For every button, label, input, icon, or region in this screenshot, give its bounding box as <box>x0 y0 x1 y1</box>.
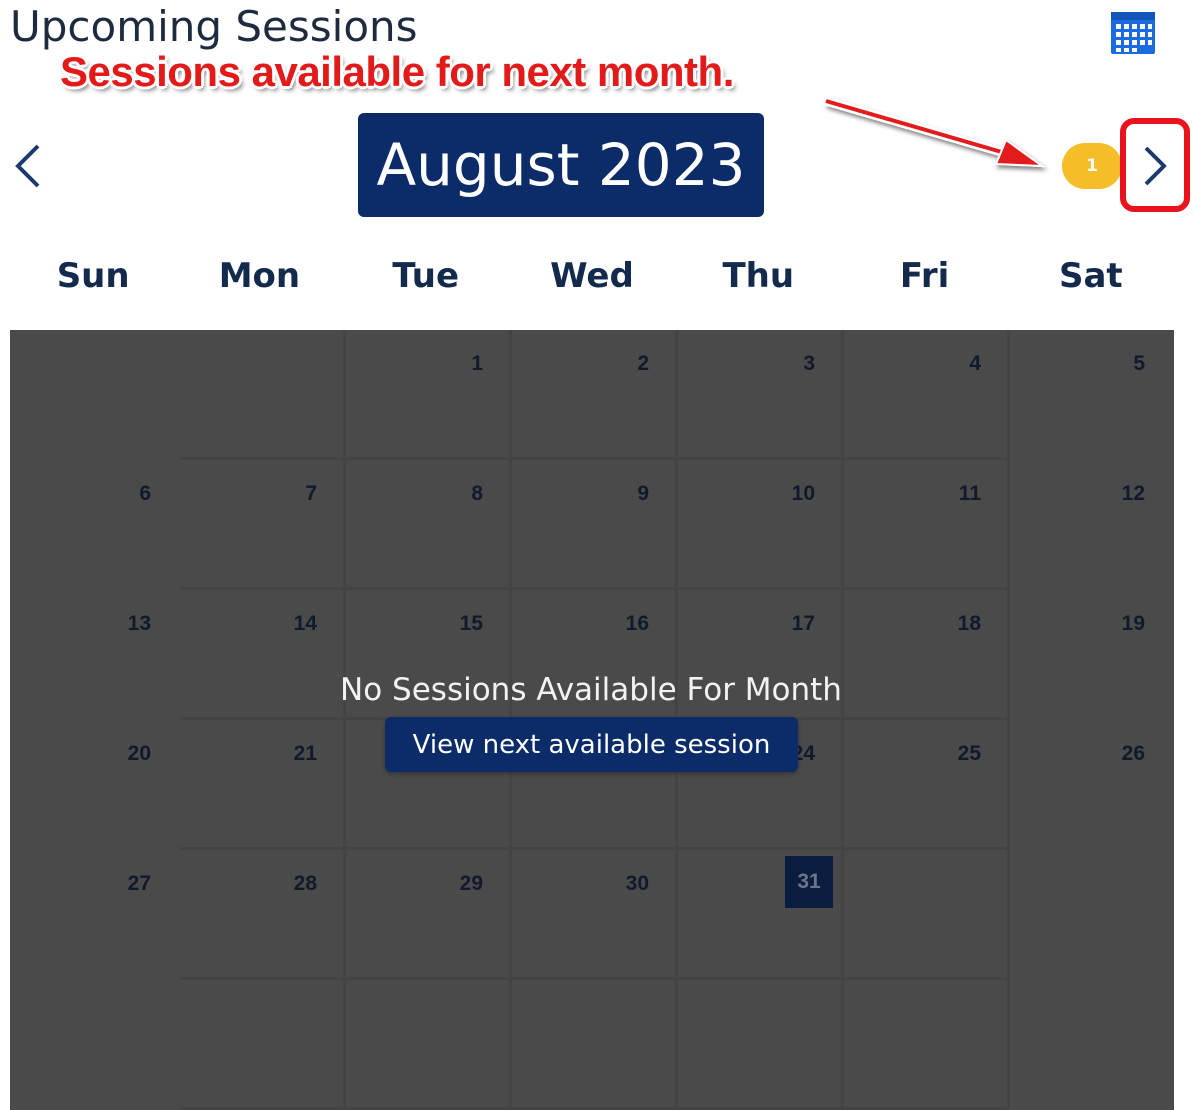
calendar-day-cell[interactable]: 4 <box>844 330 1010 460</box>
weekday-fri: Fri <box>899 256 950 296</box>
view-next-session-button[interactable]: View next available session <box>385 717 798 772</box>
calendar-day-cell[interactable] <box>180 330 346 460</box>
calendar-day-number: 26 <box>1121 742 1145 765</box>
calendar-day-cell[interactable]: 9 <box>512 460 678 590</box>
calendar-day-cell[interactable]: 25 <box>844 720 1010 850</box>
calendar-day-cell[interactable]: 30 <box>512 850 678 980</box>
current-month-label: August 2023 <box>358 113 764 217</box>
calendar-day-number: 1 <box>471 352 483 375</box>
calendar-day-number: 20 <box>127 742 151 765</box>
calendar-day-number: 25 <box>957 742 981 765</box>
calendar-day-cell[interactable]: 2 <box>512 330 678 460</box>
calendar-day-cell[interactable]: 12 <box>1010 460 1174 590</box>
calendar-day-cell[interactable] <box>10 330 180 460</box>
calendar-day-cell[interactable] <box>346 980 512 1110</box>
calendar-day-cell[interactable]: 1 <box>346 330 512 460</box>
calendar-day-number: 4 <box>969 352 981 375</box>
calendar-day-cell[interactable]: 27 <box>10 850 180 980</box>
calendar-day-cell[interactable]: 11 <box>844 460 1010 590</box>
calendar-day-number: 5 <box>1133 352 1145 375</box>
prev-month-button[interactable] <box>10 140 50 192</box>
calendar-day-cell[interactable]: 29 <box>346 850 512 980</box>
calendar-day-cell[interactable]: 20 <box>10 720 180 850</box>
next-month-session-badge: 1 <box>1062 143 1122 189</box>
calendar-day-number: 8 <box>471 482 483 505</box>
page-title: Upcoming Sessions <box>10 2 418 51</box>
weekday-header: Sun Mon Tue Wed Thu Fri Sat <box>10 250 1174 302</box>
calendar-day-cell[interactable] <box>10 980 180 1110</box>
calendar-day-cell[interactable] <box>180 980 346 1110</box>
calendar-today-number: 31 <box>785 856 833 908</box>
next-month-button[interactable] <box>1120 118 1190 212</box>
calendar-day-cell[interactable]: 21 <box>180 720 346 850</box>
calendar-day-number: 15 <box>459 612 483 635</box>
calendar-day-cell[interactable]: 31 <box>678 850 844 980</box>
weekday-wed: Wed <box>550 256 634 296</box>
calendar-day-cell[interactable] <box>678 980 844 1110</box>
weekday-sat: Sat <box>1059 256 1123 296</box>
calendar-day-cell[interactable]: 7 <box>180 460 346 590</box>
weekday-mon: Mon <box>218 256 301 296</box>
weekday-tue: Tue <box>392 256 460 296</box>
calendar-day-number: 17 <box>791 612 815 635</box>
calendar-day-cell[interactable] <box>844 850 1010 980</box>
calendar-day-cell[interactable] <box>512 980 678 1110</box>
calendar-day-number: 11 <box>958 482 981 505</box>
calendar-day-cell[interactable] <box>1010 980 1174 1110</box>
calendar-day-number: 28 <box>293 872 317 895</box>
calendar-day-cell[interactable]: 5 <box>1010 330 1174 460</box>
calendar-day-cell[interactable]: 6 <box>10 460 180 590</box>
calendar-day-number: 10 <box>791 482 815 505</box>
calendar-day-number: 9 <box>637 482 649 505</box>
calendar-day-number: 19 <box>1121 612 1145 635</box>
calendar-day-number: 16 <box>625 612 649 635</box>
calendar-day-number: 3 <box>803 352 815 375</box>
calendar-day-cell[interactable] <box>1010 850 1174 980</box>
calendar-grid-icon[interactable] <box>1111 12 1155 54</box>
calendar-day-number: 27 <box>127 872 151 895</box>
calendar-day-number: 18 <box>957 612 981 635</box>
chevron-right-icon <box>1144 146 1167 186</box>
calendar-day-number: 13 <box>127 612 151 635</box>
weekday-thu: Thu <box>722 256 795 296</box>
weekday-sun: Sun <box>56 256 130 296</box>
calendar-day-cell[interactable]: 26 <box>1010 720 1174 850</box>
calendar-day-number: 12 <box>1121 482 1145 505</box>
calendar-day-number: 30 <box>625 872 649 895</box>
calendar-day-number: 21 <box>293 742 317 765</box>
calendar-day-cell[interactable]: 28 <box>180 850 346 980</box>
annotation-callout: Sessions available for next month. <box>60 48 734 95</box>
calendar-day-cell[interactable]: 10 <box>678 460 844 590</box>
calendar-day-number: 7 <box>305 482 317 505</box>
chevron-left-icon <box>15 144 40 188</box>
calendar-day-cell[interactable]: 3 <box>678 330 844 460</box>
empty-state-message: No Sessions Available For Month <box>340 672 842 708</box>
calendar-day-number: 2 <box>637 352 649 375</box>
calendar-day-number: 6 <box>139 482 151 505</box>
calendar-day-cell[interactable]: 8 <box>346 460 512 590</box>
calendar-day-number: 29 <box>459 872 483 895</box>
calendar-day-number: 14 <box>293 612 317 635</box>
calendar-day-cell[interactable] <box>844 980 1010 1110</box>
